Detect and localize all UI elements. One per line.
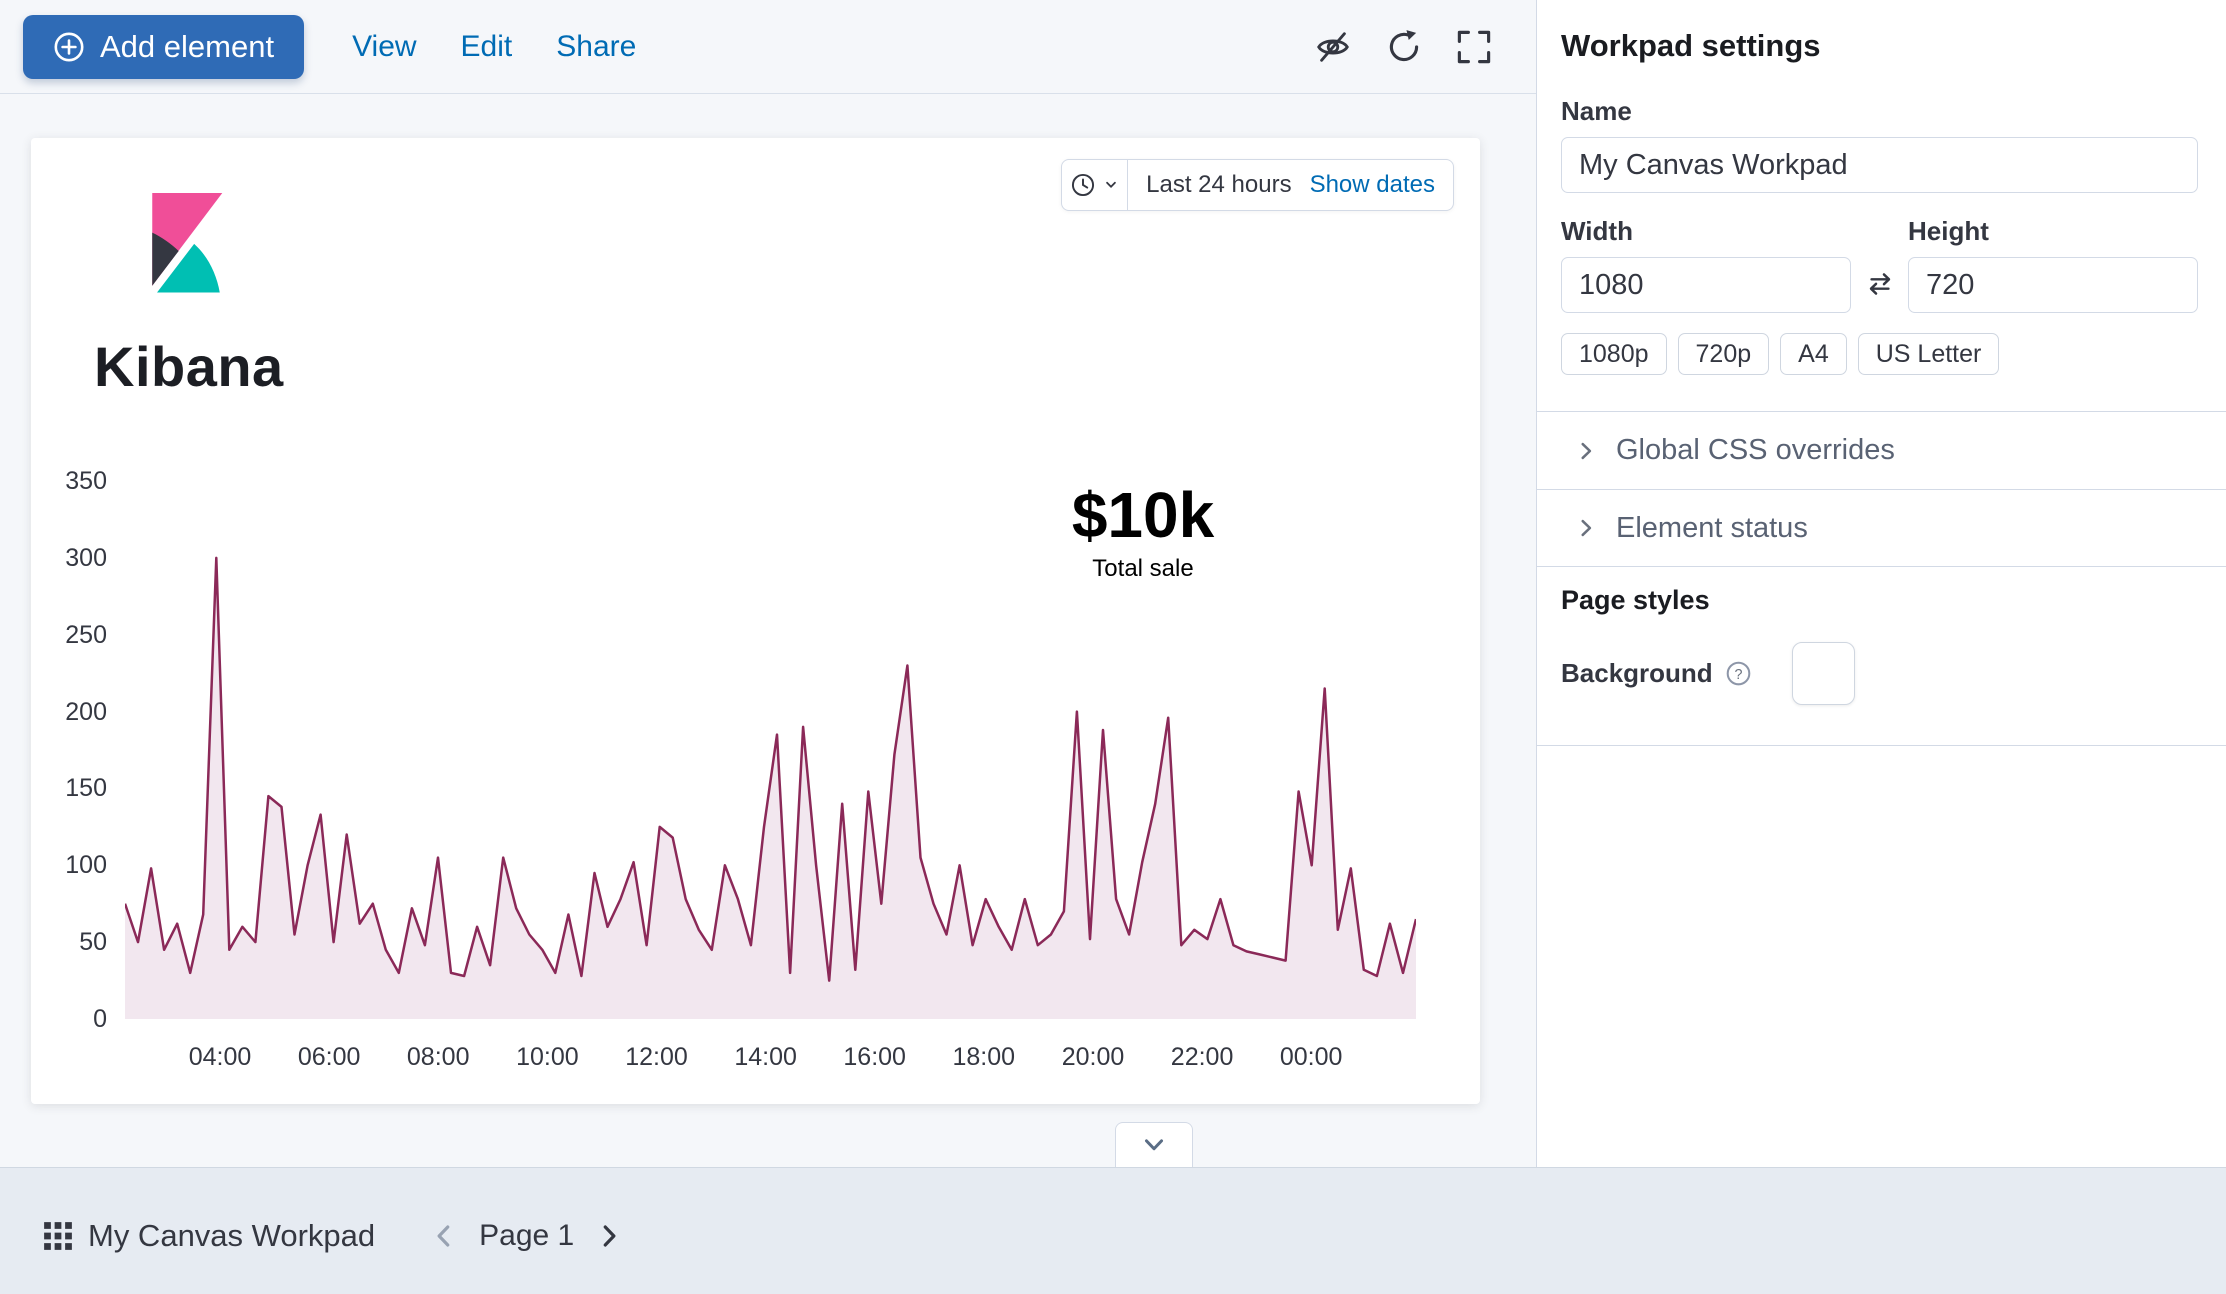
kibana-wordmark: Kibana [94, 334, 284, 399]
kibana-logo-icon [141, 193, 231, 296]
size-presets-row: 1080p 720p A4 US Letter [1561, 333, 2198, 375]
refresh-icon [1386, 29, 1422, 65]
time-range-display[interactable]: Last 24 hours [1128, 171, 1309, 199]
settings-accordions: Global CSS overrides Element status [1537, 411, 2226, 567]
x-tick-label: 06:00 [298, 1043, 361, 1072]
footer-workpad-name: My Canvas Workpad [88, 1218, 375, 1254]
y-tick-label: 200 [31, 696, 107, 728]
settings-title: Workpad settings [1561, 28, 2198, 64]
show-dates-button[interactable]: Show dates [1310, 171, 1453, 199]
chevron-right-icon [1574, 439, 1598, 463]
toolbar-menu: View Edit Share [330, 30, 658, 64]
y-axis: 050100150200250300350 [31, 481, 107, 1019]
caret-down-icon [1102, 176, 1120, 194]
edit-menu-button[interactable]: Edit [439, 30, 535, 64]
share-menu-button[interactable]: Share [534, 30, 658, 64]
hide-editing-controls-button[interactable] [1310, 24, 1356, 70]
time-filter-element: Last 24 hours Show dates [1061, 159, 1454, 211]
eye-closed-icon [1314, 28, 1352, 66]
y-tick-label: 100 [31, 849, 107, 881]
x-tick-label: 12:00 [625, 1043, 688, 1072]
y-tick-label: 250 [31, 619, 107, 651]
x-tick-label: 22:00 [1171, 1043, 1234, 1072]
footer-row: My Canvas Workpad Page 1 [43, 1212, 2226, 1260]
x-tick-label: 04:00 [189, 1043, 252, 1072]
chevron-right-icon [594, 1221, 624, 1251]
height-field-label: Height [1908, 216, 2198, 247]
page-label: Page 1 [479, 1219, 574, 1253]
x-tick-label: 08:00 [407, 1043, 470, 1072]
y-tick-label: 300 [31, 542, 107, 574]
workpad-settings-panel: Workpad settings Name Width Height 1080p… [1536, 0, 2226, 1167]
background-label: Background [1561, 658, 1713, 689]
x-tick-label: 16:00 [843, 1043, 906, 1072]
y-tick-label: 0 [31, 1003, 107, 1035]
grid-icon [43, 1221, 73, 1251]
divider [1537, 745, 2226, 746]
x-tick-label: 18:00 [952, 1043, 1015, 1072]
preset-1080p-button[interactable]: 1080p [1561, 333, 1667, 375]
accordion-label: Element status [1616, 512, 1808, 545]
y-tick-label: 150 [31, 772, 107, 804]
background-color-swatch[interactable] [1792, 642, 1855, 705]
app-root: { "toolbar": { "add_element_label": "Add… [0, 0, 2226, 1294]
plus-in-circle-icon [53, 31, 85, 63]
element-status-accordion[interactable]: Element status [1537, 489, 2226, 567]
preset-us-letter-button[interactable]: US Letter [1858, 333, 2000, 375]
x-tick-label: 10:00 [516, 1043, 579, 1072]
width-input[interactable] [1561, 257, 1851, 313]
toolbar-icon-group [1310, 24, 1496, 70]
page-styles-title: Page styles [1561, 585, 2198, 616]
add-element-button[interactable]: Add element [23, 15, 304, 79]
page-manager-bar: My Canvas Workpad Page 1 [0, 1167, 2226, 1294]
swap-dimensions-icon [1851, 269, 1908, 313]
next-page-button[interactable] [588, 1221, 630, 1251]
editor-area: Add element View Edit Share [0, 0, 1536, 1167]
x-tick-label: 20:00 [1062, 1043, 1125, 1072]
previous-page-button[interactable] [423, 1221, 465, 1251]
y-tick-label: 350 [31, 465, 107, 497]
width-field-group: Width [1561, 216, 1851, 313]
y-tick-label: 50 [31, 926, 107, 958]
workpad-name-input[interactable] [1561, 137, 2198, 193]
accordion-label: Global CSS overrides [1616, 434, 1895, 467]
clock-icon [1070, 172, 1096, 198]
height-input[interactable] [1908, 257, 2198, 313]
refresh-button[interactable] [1382, 25, 1426, 69]
kibana-logo-element[interactable]: Kibana [94, 188, 334, 408]
name-field-group: Name [1561, 96, 2198, 193]
area-chart [125, 481, 1416, 1019]
background-row: Background ? [1561, 642, 2198, 705]
canvas-area: Kibana Last 24 hours Show dates $10k Tot… [0, 94, 1536, 1167]
fullscreen-button[interactable] [1452, 25, 1496, 69]
chevron-left-icon [429, 1221, 459, 1251]
height-field-group: Height [1908, 216, 2198, 313]
name-field-label: Name [1561, 96, 2198, 127]
chevron-down-icon [1139, 1130, 1169, 1160]
chevron-right-icon [1574, 516, 1598, 540]
width-field-label: Width [1561, 216, 1851, 247]
workpad-name-button[interactable]: My Canvas Workpad [43, 1218, 375, 1254]
collapse-page-tray-button[interactable] [1115, 1122, 1193, 1167]
question-in-circle-icon[interactable]: ? [1725, 660, 1752, 687]
global-css-overrides-accordion[interactable]: Global CSS overrides [1537, 411, 2226, 489]
add-element-label: Add element [100, 29, 274, 65]
preset-720p-button[interactable]: 720p [1678, 333, 1770, 375]
preset-a4-button[interactable]: A4 [1780, 333, 1847, 375]
x-tick-label: 14:00 [734, 1043, 797, 1072]
fullscreen-icon [1456, 29, 1492, 65]
x-tick-label: 00:00 [1280, 1043, 1343, 1072]
area-chart-element[interactable]: 050100150200250300350 04:0006:0008:0010:… [31, 481, 1480, 1121]
time-quick-select-button[interactable] [1062, 160, 1128, 210]
x-axis: 04:00 06:00 08:00 10:00 12:00 14:00 16:00 18:00… [125, 1043, 1416, 1083]
top-toolbar: Add element View Edit Share [0, 0, 1536, 94]
dimensions-row: Width Height [1561, 216, 2198, 313]
svg-text:?: ? [1734, 667, 1742, 683]
workpad-page: Kibana Last 24 hours Show dates $10k Tot… [31, 138, 1480, 1104]
view-menu-button[interactable]: View [330, 30, 438, 64]
